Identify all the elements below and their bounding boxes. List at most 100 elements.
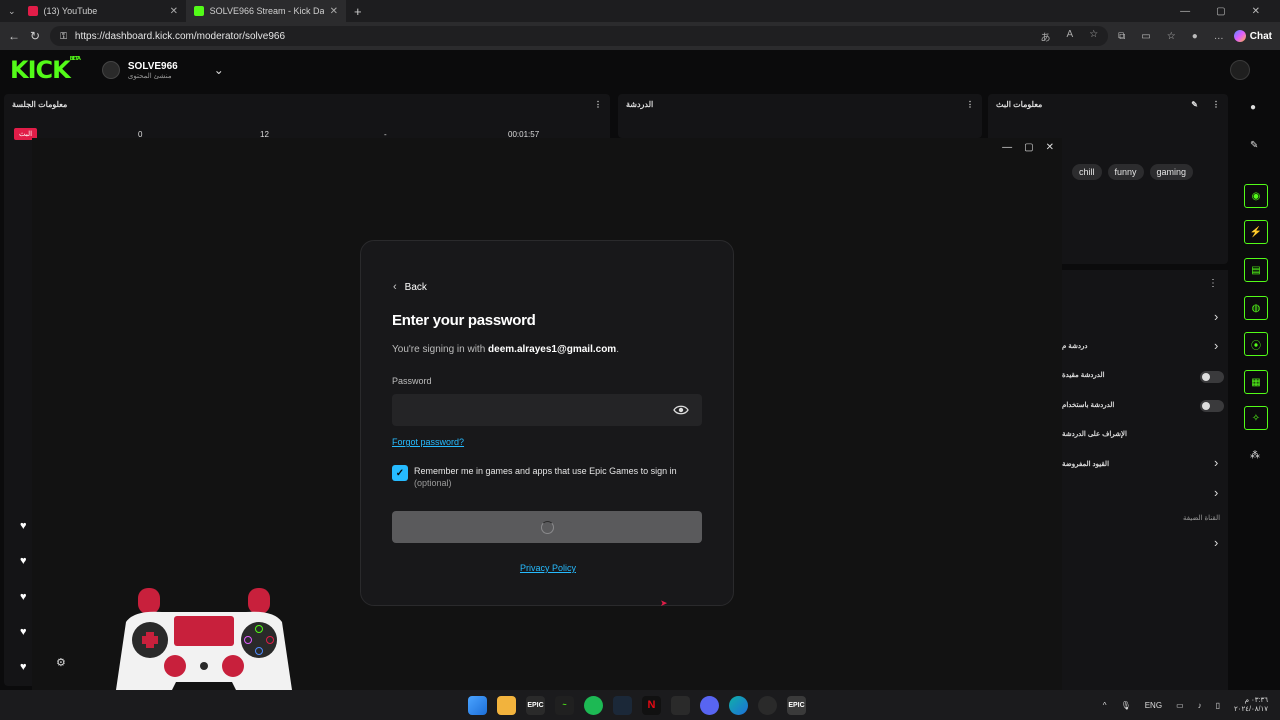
spotify-icon[interactable] [584,695,603,715]
camera-icon[interactable]: ◉ [1244,184,1268,208]
setting-row: دردشة م [1062,343,1088,350]
channel-role: منشئ المحتوى [127,72,172,80]
edit-icon[interactable]: ✎ [1191,100,1198,109]
chat-bubble-icon[interactable]: ◍ [1244,296,1268,320]
system-tray: ^ 🎙 ENG ▭ ♪ ▯ ٠٣:٣٦ م ٢٠٢٤/٠٨/١٧ [1103,690,1268,720]
more-icon[interactable]: … [1214,31,1224,42]
minimize-icon[interactable]: — [1180,6,1190,17]
privacy-policy-link[interactable]: Privacy Policy [361,563,735,573]
netflix-icon[interactable]: N [642,695,661,715]
favorites-icon[interactable]: ☆ [1167,31,1176,42]
toggle-switch[interactable] [1200,371,1224,383]
address-bar-row: ← ↻ ⚿ https://dashboard.kick.com/moderat… [0,22,1280,50]
show-password-icon[interactable] [673,404,689,416]
split-screen-icon[interactable]: ▭ [1141,31,1150,42]
password-login-card: ‹ Back Enter your password You're signin… [360,240,734,606]
close-window-icon[interactable]: ✕ [1252,6,1260,17]
panel-menu-icon[interactable]: ⋮ [1212,100,1220,109]
taskbar-apps: EPIC ~ N EPIC [468,690,806,720]
bolt-icon[interactable]: ⚡ [1244,220,1268,244]
battery-icon[interactable]: ▯ [1216,701,1220,710]
panel-header: معلومات البث ✎ ⋮ [988,94,1228,114]
password-input[interactable] [392,394,702,426]
continue-button[interactable] [392,511,702,543]
signing-in-text: You're signing in with deem.alrayes1@gma… [392,344,619,355]
close-tab-icon[interactable]: ✕ [330,6,338,17]
back-button[interactable]: ‹ Back [393,281,427,293]
browser-toolbar-icons: ⧉ ▭ ☆ ● … [1118,31,1224,42]
panel-menu-icon[interactable]: ⋮ [1208,278,1218,289]
chevron-up-icon[interactable]: ^ [1103,701,1107,710]
remember-me-row: ✓ Remember me in games and apps that use… [392,465,702,489]
chevron-right-icon[interactable]: › [1214,309,1218,324]
channel-switcher[interactable]: SOLVE966 منشئ المحتوى ⌄ [101,60,224,80]
broadcast-icon[interactable]: ⦿ [1244,332,1268,356]
panel-menu-icon[interactable]: ⋮ [966,100,974,109]
edit-icon[interactable]: ✎ [1250,140,1258,151]
close-window-icon[interactable]: ✕ [1046,142,1054,153]
epic-games-icon[interactable]: EPIC [526,695,545,715]
setting-row: القيود المفروضة [1062,461,1110,468]
forgot-password-link[interactable]: Forgot password? [392,437,464,447]
copilot-chat-button[interactable]: Chat [1233,30,1272,42]
new-tab-icon[interactable]: + [354,4,362,19]
discord-icon[interactable] [700,695,719,715]
language-indicator[interactable]: ENG [1145,701,1162,710]
panel-header: معلومات الجلسة ⋮ [4,94,610,114]
tab-youtube[interactable]: ⌄ (13) YouTube ✕ [0,0,186,22]
note-icon[interactable]: ▤ [1244,258,1268,282]
stream-info-title: معلومات البث [996,99,1043,109]
user-avatar[interactable] [1230,60,1250,80]
setting-row: الدردشة باستخدام [1062,402,1115,409]
chevron-down-icon[interactable]: ⌄ [214,63,224,77]
browser-tab-bar: ⌄ (13) YouTube ✕ SOLVE966 Stream - Kick … [0,0,1280,22]
steam-icon[interactable] [613,695,632,715]
channel-name: SOLVE966 [127,60,178,72]
microphone-icon[interactable]: 🎙 [1121,701,1131,710]
info-icon[interactable]: ● [1250,102,1256,113]
favorite-star-icon[interactable]: ☆ [1089,29,1098,44]
heart-icon: ♥ [20,626,27,638]
terminal-icon[interactable]: ~ [555,695,574,715]
chevron-right-icon[interactable]: › [1214,535,1218,550]
wrench-icon[interactable]: ✧ [1244,406,1268,430]
layout-icon[interactable]: ▦ [1244,370,1268,394]
minimize-icon[interactable]: — [1002,142,1012,153]
settings-gear-icon[interactable]: ⚙ [56,656,66,669]
windows-taskbar: EPIC ~ N EPIC ^ 🎙 ENG ▭ ♪ ▯ ٠٣:٣٦ م ٢٠٢٤… [0,690,1280,720]
add-widget-icon[interactable]: ⁂ [1250,450,1260,461]
tab-list-icon[interactable]: ⌄ [8,6,16,17]
epic-games-launcher-icon[interactable]: EPIC [787,695,806,715]
toggle-switch[interactable] [1200,400,1224,412]
obs-icon[interactable] [758,695,777,715]
panel-menu-icon[interactable]: ⋮ [594,100,602,109]
volume-icon[interactable]: ♪ [1198,701,1202,710]
tab-kick-dashboard[interactable]: SOLVE966 Stream - Kick Dashboa ✕ [186,0,346,22]
window-controls: — ▢ ✕ [1002,142,1054,153]
game-manager-icon[interactable] [671,695,690,715]
extensions-icon[interactable]: ⧉ [1118,31,1125,42]
close-tab-icon[interactable]: ✕ [170,6,178,17]
setting-row: الإشراف على الدردشة [1062,431,1127,438]
maximize-icon[interactable]: ▢ [1024,142,1033,153]
file-explorer-icon[interactable] [497,695,516,715]
back-icon[interactable]: ← [8,29,20,43]
site-info-icon[interactable]: ⚿ [60,31,67,42]
clock[interactable]: ٠٣:٣٦ م ٢٠٢٤/٠٨/١٧ [1234,696,1268,714]
maximize-icon[interactable]: ▢ [1216,6,1225,17]
translate-icon[interactable]: あ [1041,29,1051,44]
kick-logo[interactable]: KICKBETA [10,56,81,84]
edge-icon[interactable] [729,695,748,715]
refresh-icon[interactable]: ↻ [30,29,40,43]
chevron-right-icon[interactable]: › [1214,455,1218,470]
copilot-icon [1233,30,1246,42]
profile-icon[interactable]: ● [1192,31,1198,42]
chevron-right-icon[interactable]: › [1214,338,1218,353]
windows-start-icon[interactable] [468,695,487,715]
read-aloud-icon[interactable]: A [1067,29,1074,44]
password-label: Password [392,376,432,386]
chevron-right-icon[interactable]: › [1214,485,1218,500]
network-icon[interactable]: ▭ [1176,701,1184,710]
remember-me-checkbox[interactable]: ✓ [392,465,408,481]
url-field[interactable]: ⚿ https://dashboard.kick.com/moderator/s… [50,26,1109,46]
